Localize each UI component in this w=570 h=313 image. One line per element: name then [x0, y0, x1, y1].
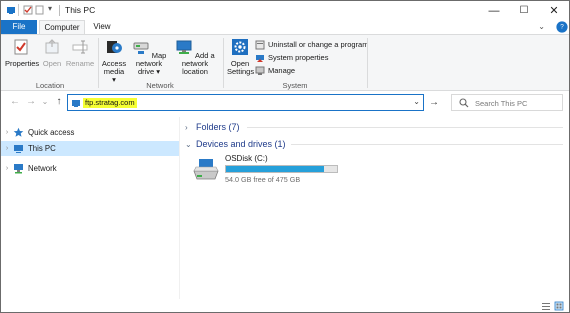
- drive-osdisk-c[interactable]: OSDisk (C:) 54.0 GB free of 475 GB: [191, 154, 351, 186]
- expand-caret-icon[interactable]: ›: [1, 129, 13, 136]
- tab-computer[interactable]: Computer: [39, 20, 85, 34]
- title-separator: [59, 5, 60, 16]
- up-arrow-icon[interactable]: ↑: [53, 96, 65, 107]
- pane-splitter[interactable]: [179, 117, 180, 299]
- manage-icon: [255, 66, 265, 75]
- properties-label: Properties: [5, 59, 40, 68]
- qa-separator: [18, 4, 19, 16]
- network-group-label: Network: [146, 81, 174, 90]
- manage-label: Manage: [268, 66, 296, 75]
- star-icon: [13, 127, 24, 137]
- map-drive-label-2: drive ▾: [137, 67, 161, 76]
- search-box[interactable]: Search This PC: [451, 94, 563, 111]
- open-icon: [45, 39, 59, 54]
- hard-drive-icon: [193, 159, 219, 180]
- add-location-label-2: location: [182, 67, 208, 76]
- tab-file[interactable]: File: [1, 20, 37, 34]
- system-group-label: System: [282, 81, 308, 90]
- devices-header-label: Devices and drives (1): [196, 139, 286, 149]
- nav-item-label: Quick access: [28, 128, 75, 137]
- window-title: This PC: [65, 5, 96, 15]
- chevron-down-icon: ⌄: [185, 139, 192, 149]
- media-icon: [107, 41, 122, 53]
- details-view-icon[interactable]: [541, 301, 551, 311]
- system-properties-icon: [256, 54, 264, 62]
- ftp-folder-icon: [72, 100, 80, 107]
- drive-usage-bar: [225, 165, 338, 173]
- chevron-right-icon: ›: [185, 122, 188, 132]
- drive-usage-fill: [226, 166, 325, 172]
- properties-icon: [14, 39, 28, 55]
- go-arrow-icon[interactable]: →: [429, 97, 439, 108]
- forward-arrow-icon[interactable]: →: [25, 96, 37, 107]
- system-properties-label: System properties: [268, 53, 329, 62]
- network-drive-icon: [133, 42, 149, 54]
- expand-caret-icon[interactable]: ›: [1, 165, 13, 172]
- ribbon-tabs: File Computer View ⌄ ?: [1, 20, 569, 34]
- search-input[interactable]: Search This PC: [475, 99, 527, 108]
- address-input[interactable]: ftp.stratag.com: [83, 98, 137, 108]
- navigation-pane: › Quick access › This PC › Network: [1, 117, 179, 297]
- help-icon[interactable]: ?: [556, 21, 568, 33]
- section-divider: [247, 127, 563, 128]
- computer-icon: [14, 145, 23, 153]
- nav-item-network[interactable]: › Network: [1, 161, 179, 176]
- address-bar[interactable]: ftp.stratag.com ⌄: [67, 94, 424, 111]
- nav-item-this-pc[interactable]: › This PC: [1, 141, 179, 156]
- rename-label: Rename: [65, 59, 95, 68]
- add-network-location-button[interactable]: Add a network location: [172, 38, 218, 76]
- location-group-label: Location: [35, 81, 65, 90]
- properties-check-icon[interactable]: [23, 5, 33, 15]
- title-bar: ▾ This PC — ☐ ✕: [1, 1, 569, 20]
- explorer-app-icon[interactable]: [6, 5, 16, 15]
- status-bar: [1, 299, 569, 312]
- back-arrow-icon[interactable]: ←: [9, 96, 21, 107]
- section-divider: [291, 144, 563, 145]
- ribbon: Properties Open Rename Location Access m…: [1, 34, 569, 91]
- recent-locations-icon[interactable]: ⌄: [39, 97, 51, 106]
- programs-icon: [255, 40, 265, 49]
- uninstall-label: Uninstall or change a program: [268, 40, 369, 49]
- manage-button[interactable]: Manage: [255, 65, 295, 76]
- group-separator: [98, 38, 99, 88]
- qa-customize-icon[interactable]: ▾: [48, 4, 52, 13]
- network-icon: [14, 164, 23, 174]
- properties-button[interactable]: Properties: [5, 38, 40, 68]
- rename-icon: [72, 40, 88, 54]
- drive-free-space: 54.0 GB free of 475 GB: [225, 175, 301, 184]
- rename-button[interactable]: Rename: [65, 38, 95, 68]
- open-settings-button[interactable]: Open Settings: [227, 38, 255, 76]
- open-button[interactable]: Open: [39, 38, 65, 68]
- nav-item-label: This PC: [28, 144, 56, 153]
- explorer-window: ▾ This PC — ☐ ✕ File Computer View ⌄ ? P…: [0, 0, 570, 313]
- nav-item-quick-access[interactable]: › Quick access: [1, 125, 179, 140]
- system-properties-button[interactable]: System properties: [255, 52, 328, 63]
- search-icon: [459, 98, 469, 108]
- maximize-button[interactable]: ☐: [509, 1, 539, 20]
- new-folder-icon[interactable]: [35, 5, 45, 15]
- group-separator: [367, 38, 368, 88]
- navigation-bar: ← → ⌄ ↑ ftp.stratag.com ⌄ → Search This …: [1, 92, 569, 114]
- address-dropdown-icon[interactable]: ⌄: [413, 97, 420, 106]
- large-icons-view-icon[interactable]: [554, 301, 564, 311]
- nav-item-label: Network: [28, 164, 57, 173]
- gear-icon: [232, 39, 248, 55]
- network-location-icon: [176, 40, 192, 54]
- uninstall-program-button[interactable]: Uninstall or change a program: [255, 39, 368, 50]
- open-settings-label-2: Settings: [227, 67, 255, 76]
- minimize-button[interactable]: —: [479, 1, 509, 20]
- folders-header-label: Folders (7): [196, 122, 240, 132]
- open-label: Open: [42, 59, 62, 68]
- ribbon-collapse-icon[interactable]: ⌄: [538, 22, 545, 31]
- expand-caret-icon[interactable]: ›: [1, 145, 13, 152]
- close-button[interactable]: ✕: [539, 1, 569, 20]
- group-separator: [223, 38, 224, 88]
- tab-view[interactable]: View: [87, 20, 117, 34]
- access-media-button[interactable]: Access media ▾: [101, 38, 127, 84]
- map-network-drive-button[interactable]: Map network drive ▾: [128, 38, 170, 76]
- drive-name: OSDisk (C:): [225, 154, 268, 163]
